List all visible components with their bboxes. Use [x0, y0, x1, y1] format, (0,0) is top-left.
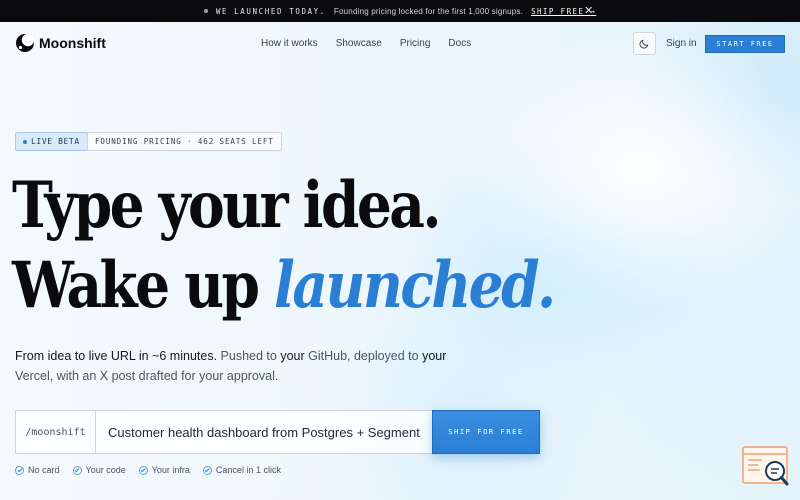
nav-link-pricing[interactable]: Pricing	[400, 38, 431, 49]
benefit-item: No card	[15, 465, 60, 475]
founding-pricing-label: FOUNDING PRICING · 462 SEATS LEFT	[95, 137, 274, 146]
command-prefix: /moonshift	[16, 411, 96, 453]
benefit-checks: No card Your code Your infra Cancel in 1…	[15, 465, 281, 475]
moon-icon	[639, 39, 649, 49]
brand-name: Moonshift	[39, 35, 106, 51]
nav-link-docs[interactable]: Docs	[448, 38, 471, 49]
sub-lead: From idea to live URL in ~6 minutes.	[15, 349, 218, 363]
nav-link-showcase[interactable]: Showcase	[336, 38, 382, 49]
announcement-message: Founding pricing locked for the first 1,…	[333, 6, 524, 16]
live-beta-badge: LIVE BETA	[15, 132, 88, 151]
headline-line-1: Type your idea.	[12, 168, 442, 243]
check-icon	[138, 465, 148, 475]
benefit-label: Your code	[85, 465, 126, 475]
announcement-bar: WE LAUNCHED TODAY. Founding pricing lock…	[0, 0, 800, 22]
idea-input-group: /moonshift SHIP FOR FREE	[15, 410, 540, 454]
brand-logo[interactable]: Moonshift	[15, 33, 106, 53]
headline-accent: launched.	[274, 248, 556, 323]
check-icon	[202, 465, 212, 475]
moonshift-logo-icon	[16, 33, 35, 52]
sub-text-3: Vercel, with an X post drafted for your …	[15, 369, 279, 383]
benefit-item: Your code	[72, 465, 126, 475]
check-icon	[15, 465, 24, 475]
live-beta-label: LIVE BETA	[31, 137, 80, 146]
benefit-label: Cancel in 1 click	[215, 465, 281, 475]
top-nav: Moonshift How it works Showcase Pricing …	[0, 22, 800, 66]
ship-for-free-button[interactable]: SHIP FOR FREE	[432, 410, 540, 454]
check-icon	[72, 465, 82, 475]
benefit-item: Cancel in 1 click	[202, 465, 281, 475]
close-icon[interactable]: ✕	[584, 4, 593, 17]
hero-headline: Type your idea. Wake up launched.	[12, 166, 642, 326]
hero-subheading: From idea to live URL in ~6 minutes. Pus…	[15, 346, 455, 386]
founding-pricing-badge: FOUNDING PRICING · 462 SEATS LEFT	[87, 132, 282, 151]
sign-in-link[interactable]: Sign in	[666, 38, 697, 49]
benefit-label: Your infra	[151, 465, 190, 475]
sub-text-1: Pushed to	[217, 349, 281, 363]
benefit-item: Your infra	[138, 465, 190, 475]
sub-your-1: your	[280, 349, 305, 363]
headline-line-2: Wake up launched.	[12, 246, 556, 326]
status-dot	[203, 9, 208, 13]
start-free-button[interactable]: START FREE	[705, 35, 785, 53]
sub-your-2: your	[422, 349, 447, 363]
nav-link-how-it-works[interactable]: How it works	[261, 38, 318, 49]
theme-toggle-button[interactable]	[633, 32, 656, 55]
live-dot	[23, 139, 27, 144]
headline-line-2-plain: Wake up	[12, 248, 275, 323]
announcement-launched: WE LAUNCHED TODAY.	[215, 6, 326, 16]
nav-links: How it works Showcase Pricing Docs	[261, 38, 471, 49]
benefit-label: No card	[28, 465, 60, 475]
sub-text-2: GitHub, deployed to	[304, 349, 423, 363]
search-inspect-widget-icon[interactable]	[742, 446, 790, 488]
idea-input[interactable]	[96, 411, 432, 453]
